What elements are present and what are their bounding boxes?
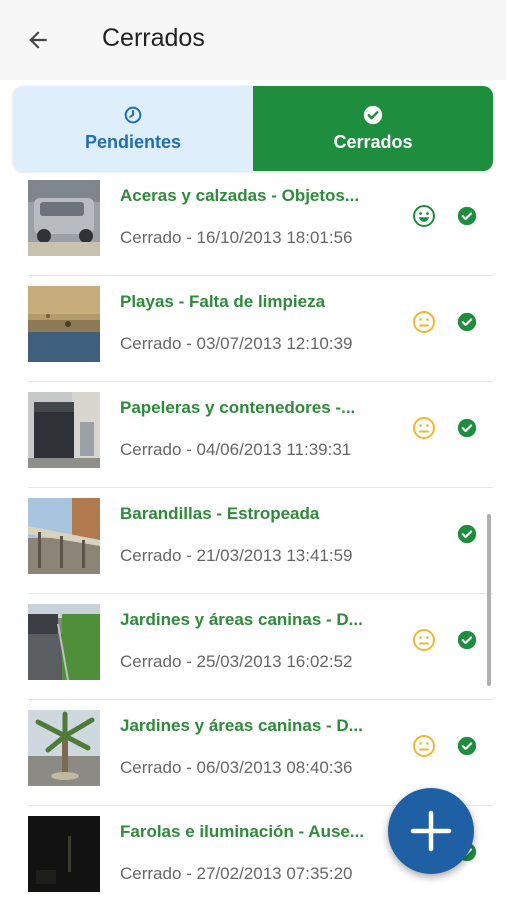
plus-icon — [410, 810, 452, 852]
list-item[interactable]: Aceras y calzadas - Objetos... Cerrado -… — [0, 170, 506, 276]
item-title: Jardines y áreas caninas - D... — [120, 610, 363, 629]
neutral-face-icon — [413, 311, 435, 333]
back-button[interactable] — [20, 22, 56, 58]
list-item[interactable]: Barandillas - Estropeada Cerrado - 21/03… — [0, 488, 506, 594]
thumbnail — [28, 180, 100, 256]
thumbnail — [28, 604, 100, 680]
item-title: Papeleras y contenedores -... — [120, 398, 356, 417]
app-bar: Cerrados — [0, 0, 506, 80]
check-circle-icon — [363, 105, 383, 125]
item-status-date: Cerrado - 03/07/2013 12:10:39 — [120, 334, 353, 353]
item-status-date: Cerrado - 06/03/2013 08:40:36 — [120, 758, 353, 777]
thumbnail — [28, 498, 100, 574]
item-title: Aceras y calzadas - Objetos... — [120, 186, 360, 205]
neutral-face-icon — [413, 735, 435, 757]
happy-face-icon — [413, 205, 435, 227]
item-status-date: Cerrado - 25/03/2013 16:02:52 — [120, 652, 353, 671]
list-item[interactable]: Papeleras y contenedores -... Cerrado - … — [0, 382, 506, 488]
tab-cerrados-label: Cerrados — [333, 132, 413, 152]
check-circle-icon — [457, 524, 477, 544]
add-incident-button[interactable] — [388, 788, 474, 874]
check-circle-icon — [457, 206, 477, 226]
tab-cerrados[interactable]: Cerrados — [253, 86, 493, 171]
item-status-date: Cerrado - 27/02/2013 07:35:20 — [120, 864, 353, 883]
neutral-face-icon — [413, 629, 435, 651]
item-title: Jardines y áreas caninas - D... — [120, 716, 363, 735]
item-title: Playas - Falta de limpieza — [120, 292, 326, 311]
thumbnail — [28, 392, 100, 468]
tab-bar: Pendientes Cerrados — [13, 86, 493, 171]
item-title: Farolas e iluminación - Ause... — [120, 822, 365, 841]
page-title: Cerrados — [102, 24, 205, 52]
list-item[interactable]: Playas - Falta de limpieza Cerrado - 03/… — [0, 276, 506, 382]
arrow-back-icon — [29, 31, 47, 49]
check-circle-icon — [457, 630, 477, 650]
thumbnail — [28, 286, 100, 362]
tab-pendientes-label: Pendientes — [84, 132, 182, 152]
thumbnail — [28, 710, 100, 786]
item-title: Barandillas - Estropeada — [120, 504, 320, 523]
tab-pendientes[interactable]: Pendientes — [13, 86, 253, 171]
check-circle-icon — [457, 418, 477, 438]
scrollbar[interactable] — [487, 514, 491, 686]
check-circle-icon — [457, 736, 477, 756]
item-status-date: Cerrado - 21/03/2013 13:41:59 — [120, 546, 353, 565]
item-status-date: Cerrado - 04/06/2013 11:39:31 — [120, 440, 352, 459]
list-item[interactable]: Jardines y áreas caninas - D... Cerrado … — [0, 594, 506, 700]
neutral-face-icon — [413, 417, 435, 439]
thumbnail — [28, 816, 100, 892]
check-circle-icon — [457, 312, 477, 332]
item-status-date: Cerrado - 16/10/2013 18:01:56 — [120, 228, 353, 247]
screen: Cerrados Pendientes Cerrados Aceras y ca… — [0, 0, 506, 900]
clock-icon — [124, 106, 142, 124]
